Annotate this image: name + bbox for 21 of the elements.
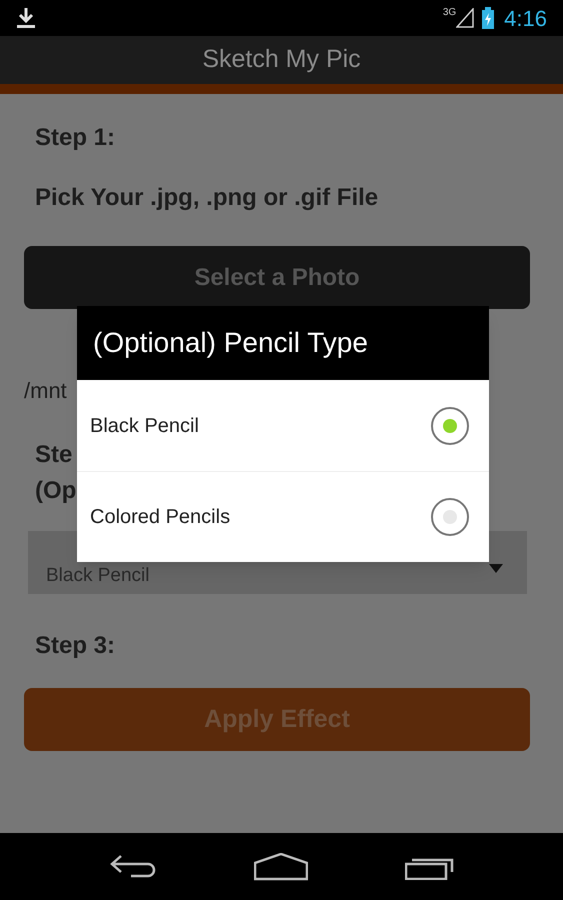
pencil-option[interactable]: Black Pencil <box>77 380 489 471</box>
dropdown-arrow-icon <box>489 564 503 573</box>
step-label: Step 1: <box>35 123 116 153</box>
radio-button[interactable] <box>430 406 470 446</box>
step-label: Ste <box>35 440 72 470</box>
dialog-title: (Optional) Pencil Type <box>93 326 368 360</box>
home-icon[interactable] <box>254 852 308 880</box>
step-instruction: Pick Your .jpg, .png or .gif File <box>35 183 378 213</box>
step-label: Step 3: <box>35 631 116 661</box>
download-icon <box>16 7 36 29</box>
select-photo-button[interactable]: Select a Photo <box>24 246 530 309</box>
pencil-option[interactable]: Colored Pencils <box>77 471 489 562</box>
back-icon[interactable] <box>108 854 156 880</box>
file-path: /mnt <box>24 377 67 405</box>
radio-button[interactable] <box>430 497 470 537</box>
app-title: Sketch My Pic <box>202 44 361 76</box>
signal-icon <box>456 8 474 28</box>
clock-time: 4:16 <box>504 4 547 32</box>
battery-icon <box>482 7 494 29</box>
network-type: 3G <box>442 6 456 20</box>
step-note: (Op <box>35 476 76 506</box>
